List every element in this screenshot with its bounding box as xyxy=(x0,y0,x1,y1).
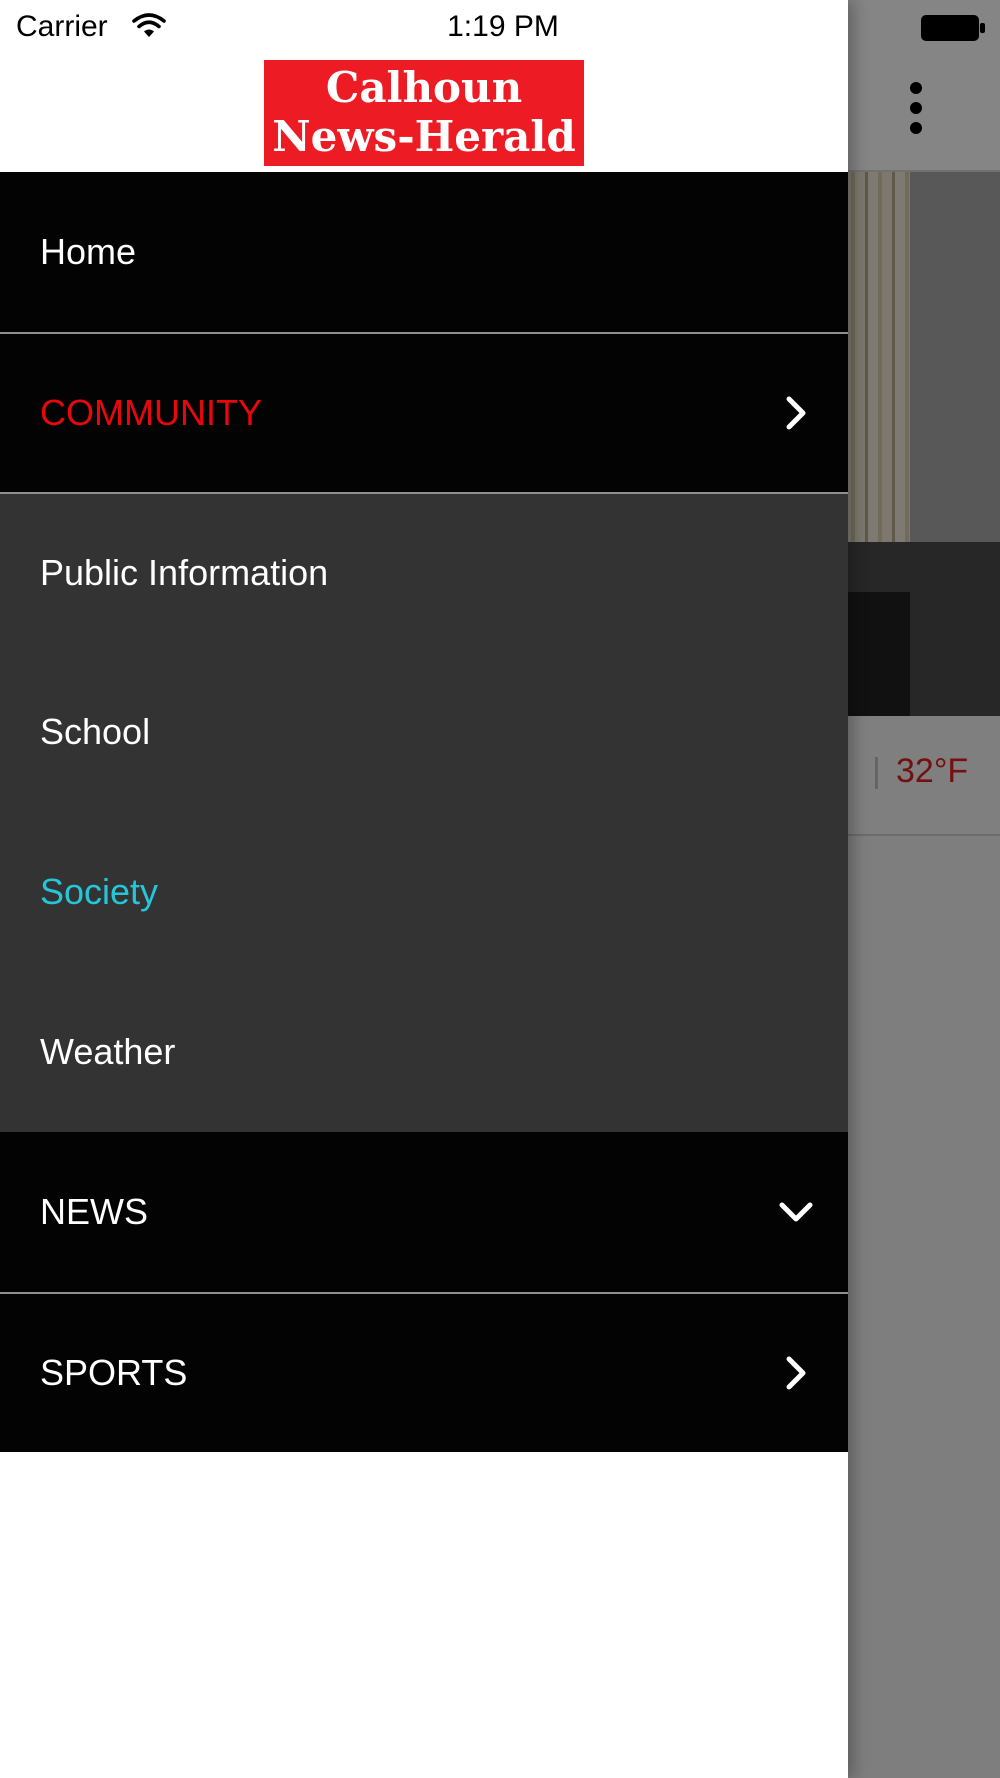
drawer-menu: Home COMMUNITY Public Information School… xyxy=(0,172,848,1452)
drawer-header: Calhoun News-Herald xyxy=(0,56,848,172)
brand-logo[interactable]: Calhoun News-Herald xyxy=(264,60,584,166)
submenu-item-label: Weather xyxy=(40,1031,176,1072)
menu-item-label: COMMUNITY xyxy=(40,392,262,433)
submenu-item-public-information[interactable]: Public Information xyxy=(0,492,848,652)
submenu-item-label: School xyxy=(40,711,151,752)
menu-item-sports[interactable]: SPORTS xyxy=(0,1292,848,1452)
logo-line-2: News-Herald xyxy=(272,112,576,161)
menu-item-label: NEWS xyxy=(40,1191,148,1232)
menu-item-label: Home xyxy=(40,231,137,272)
navigation-drawer: Calhoun News-Herald Home COMMUNITY Publi… xyxy=(0,0,848,1778)
chevron-down-icon xyxy=(779,1202,813,1222)
submenu-item-label: Public Information xyxy=(40,552,329,593)
chevron-right-icon xyxy=(786,1356,806,1390)
chevron-right-icon xyxy=(786,396,806,430)
menu-item-home[interactable]: Home xyxy=(0,172,848,332)
submenu-item-weather[interactable]: Weather xyxy=(0,972,848,1132)
logo-line-1: Calhoun xyxy=(325,63,523,112)
submenu-item-society[interactable]: Society xyxy=(0,812,848,972)
menu-item-community[interactable]: COMMUNITY xyxy=(0,332,848,492)
submenu-item-label: Society xyxy=(40,871,159,912)
status-bar: Carrier 1:19 PM xyxy=(0,0,1000,56)
submenu-item-school[interactable]: School xyxy=(0,652,848,812)
menu-item-label: SPORTS xyxy=(40,1352,188,1393)
menu-item-news[interactable]: NEWS xyxy=(0,1132,848,1292)
battery-icon xyxy=(921,15,985,41)
status-time: 1:19 PM xyxy=(447,10,559,43)
